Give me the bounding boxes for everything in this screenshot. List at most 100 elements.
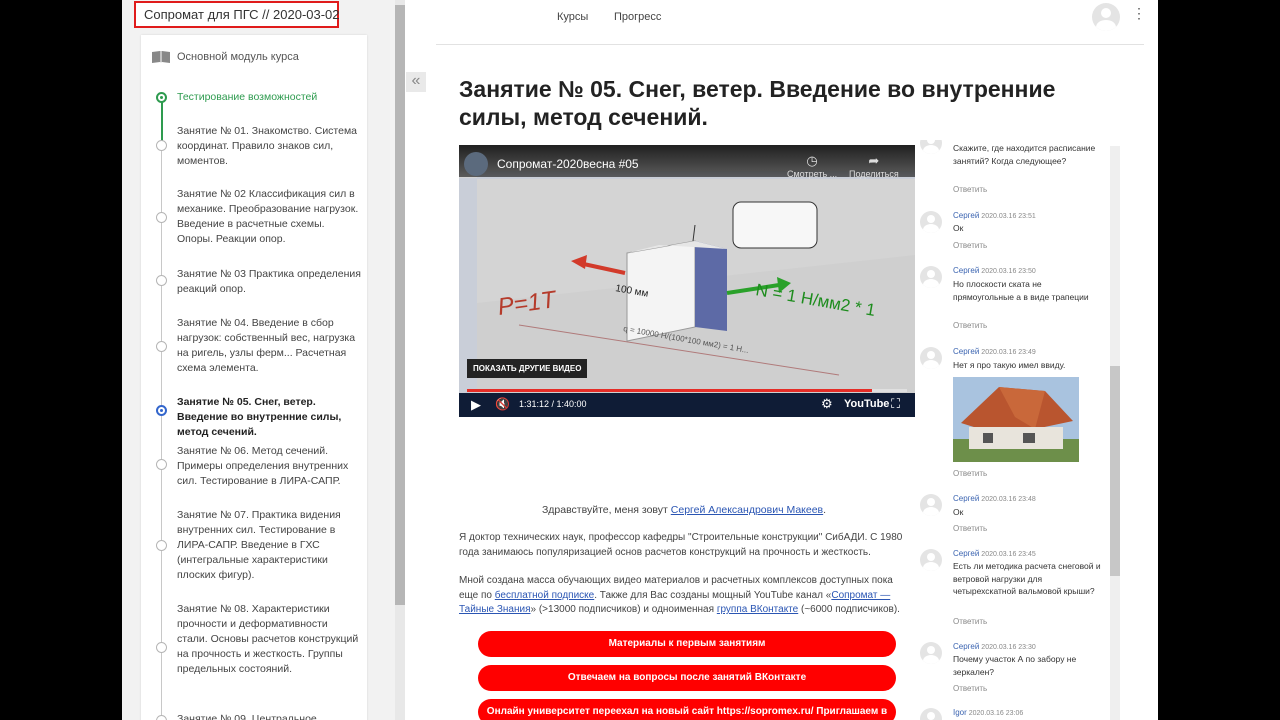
collapse-sidebar-button[interactable]: « — [406, 72, 426, 92]
author-greeting: Здравствуйте, меня зовут Сергей Александ… — [459, 504, 909, 516]
share-button[interactable]: ➦ Поделиться — [849, 153, 899, 179]
channel-avatar[interactable] — [464, 152, 488, 176]
comment-date: 2020.03.16 23:49 — [981, 349, 1036, 356]
more-videos-button[interactable]: ПОКАЗАТЬ ДРУГИЕ ВИДЕО — [467, 359, 588, 378]
comment-text: Но плоскости ската не прямоугольные а в … — [953, 279, 1089, 302]
outline-item[interactable]: Занятие № 01. Знакомство. Система коорди… — [177, 124, 361, 169]
comment-reply-link[interactable]: Ответить — [953, 617, 987, 626]
outline-header[interactable]: Основной модуль курса — [151, 50, 299, 64]
comment-reply-link[interactable]: Ответить — [953, 321, 987, 330]
outline-item[interactable]: Занятие № 02 Классификация сил в механик… — [177, 187, 361, 247]
new-site-button[interactable]: Онлайн университет переехал на новый сай… — [478, 699, 896, 720]
comment-author[interactable]: Сергей — [953, 549, 979, 558]
video-player[interactable]: P=1T 100 мм N = 1 Н/мм2 * 1 q = 10000 Н/… — [459, 145, 915, 417]
materials-button[interactable]: Материалы к первым занятиям — [478, 631, 896, 657]
outline-item[interactable]: Тестирование возможностей — [177, 90, 361, 105]
video-controls: ▶ 🔇 1:31:12 / 1:40:00 ⚙ YouTube ⛶ — [459, 393, 915, 417]
pending-status-icon — [156, 212, 167, 223]
free-subscription-link[interactable]: бесплатной подписке — [495, 590, 594, 601]
resources-text-4: (~6000 подписчиков). — [798, 604, 900, 615]
comment-avatar — [920, 642, 942, 664]
comments-scrollbar[interactable] — [1110, 146, 1120, 720]
watch-later-button[interactable]: ◷ Смотреть ... — [787, 153, 837, 179]
settings-gear-icon[interactable]: ⚙ — [821, 396, 833, 412]
comment-avatar — [920, 266, 942, 288]
video-time: 1:31:12 / 1:40:00 — [519, 399, 587, 409]
fullscreen-icon[interactable]: ⛶ — [891, 396, 900, 412]
more-options-icon[interactable]: ⋮ — [1132, 6, 1146, 20]
comment-date: 2020.03.16 23:51 — [981, 213, 1036, 220]
comment-meta: Сергей 2020.03.16 23:48 — [953, 494, 1036, 503]
comment-author[interactable]: Сергей — [953, 494, 979, 503]
vk-group-link[interactable]: группа ВКонтакте — [717, 604, 798, 615]
comment-avatar — [920, 140, 942, 154]
top-navigation: Курсы Прогресс ⋮ — [436, 0, 1146, 45]
comment-author[interactable]: Igor — [953, 708, 967, 717]
comment-text: Есть ли методика расчета снеговой и ветр… — [953, 561, 1101, 596]
done-status-icon — [156, 92, 167, 103]
mute-icon[interactable]: 🔇 — [495, 397, 510, 411]
comment-reply-link[interactable]: Ответить — [953, 241, 987, 250]
comment-reply-link[interactable]: Ответить — [953, 469, 987, 478]
clock-icon: ◷ — [806, 153, 818, 168]
outline-item[interactable]: Занятие № 03 Практика определения реакци… — [177, 267, 361, 297]
roof-photo[interactable] — [953, 377, 1079, 462]
vk-answers-button[interactable]: Отвечаем на вопросы после занятий ВКонта… — [478, 665, 896, 691]
share-icon: ➦ — [868, 153, 880, 168]
comment-author[interactable]: Сергей — [953, 266, 979, 275]
double-chevron-left-icon: « — [411, 72, 421, 89]
pending-status-icon — [156, 341, 167, 352]
outline-item[interactable]: Занятие № 09. Центральное — [177, 712, 361, 720]
outline-item[interactable]: Занятие № 07. Практика видения внутренни… — [177, 508, 361, 583]
comment-date: 2020.03.16 23:06 — [968, 710, 1024, 717]
outline-header-label: Основной модуль курса — [177, 51, 299, 63]
outline-track-done — [161, 97, 163, 145]
comment-avatar — [920, 347, 942, 369]
comment-avatar — [920, 549, 942, 571]
comments-scrollbar-thumb[interactable] — [1110, 366, 1120, 576]
sidebar-scrollbar-thumb[interactable] — [395, 5, 405, 605]
comment-author[interactable]: Сергей — [953, 211, 979, 220]
comment-meta: Сергей 2020.03.16 23:30 — [953, 642, 1036, 651]
pending-status-icon — [156, 140, 167, 151]
video-progress-bar[interactable] — [467, 389, 907, 392]
author-link[interactable]: Сергей Александрович Макеев — [671, 504, 823, 516]
course-outline: Основной модуль курса Тестирование возмо… — [141, 35, 367, 720]
comment-reply-link[interactable]: Ответить — [953, 185, 987, 194]
comment-reply-link[interactable]: Ответить — [953, 524, 987, 533]
pending-status-icon — [156, 715, 167, 720]
outline-item[interactable]: Занятие № 06. Метод сечений. Примеры опр… — [177, 444, 361, 489]
video-title[interactable]: Сопромат-2020весна #05 — [497, 157, 639, 171]
video-header: Сопромат-2020весна #05 ◷ Смотреть ... ➦ … — [459, 145, 915, 179]
play-icon[interactable]: ▶ — [471, 397, 481, 413]
watch-later-label: Смотреть ... — [787, 169, 838, 179]
comment-reply-link[interactable]: Ответить — [953, 684, 987, 693]
greeting-prefix: Здравствуйте, меня зовут — [541, 504, 671, 516]
nav-progress-link[interactable]: Прогресс — [614, 11, 661, 23]
comment-avatar — [920, 211, 942, 233]
sidebar-scrollbar[interactable] — [395, 0, 405, 720]
resources-text-3: » (>13000 подписчиков) и одноименная — [530, 604, 717, 615]
course-title[interactable]: Сопромат для ПГС // 2020-03-02 — [134, 1, 340, 28]
pending-status-icon — [156, 642, 167, 653]
current-status-icon — [156, 405, 167, 416]
outline-item-current[interactable]: Занятие № 05. Снег, ветер. Введение во в… — [177, 395, 361, 440]
comment-meta: Сергей 2020.03.16 23:49 — [953, 347, 1036, 356]
comment-date: 2020.03.16 23:45 — [981, 551, 1036, 558]
pending-status-icon — [156, 275, 167, 286]
share-label: Поделиться — [849, 169, 899, 179]
course-sidebar: Сопромат для ПГС // 2020-03-02 Основной … — [122, 0, 405, 720]
outline-item[interactable]: Занятие № 04. Введение в сбор нагрузок: … — [177, 316, 361, 376]
nav-courses-link[interactable]: Курсы — [557, 11, 588, 23]
comment-author[interactable]: Сергей — [953, 642, 979, 651]
lesson-title: Занятие № 05. Снег, ветер. Введение во в… — [459, 76, 1056, 130]
youtube-logo[interactable]: YouTube — [844, 398, 889, 410]
comment-text: Нет я про такую имел ввиду. — [953, 360, 1066, 370]
outline-item[interactable]: Занятие № 08. Характеристики прочности и… — [177, 602, 361, 677]
comment-meta: Сергей 2020.03.16 23:45 — [953, 549, 1036, 558]
comment-text: Скажите, где находится расписание заняти… — [953, 143, 1096, 166]
book-icon — [152, 51, 170, 63]
comment-date: 2020.03.16 23:30 — [981, 644, 1036, 651]
user-avatar[interactable] — [1092, 3, 1120, 31]
comment-author[interactable]: Сергей — [953, 347, 979, 356]
